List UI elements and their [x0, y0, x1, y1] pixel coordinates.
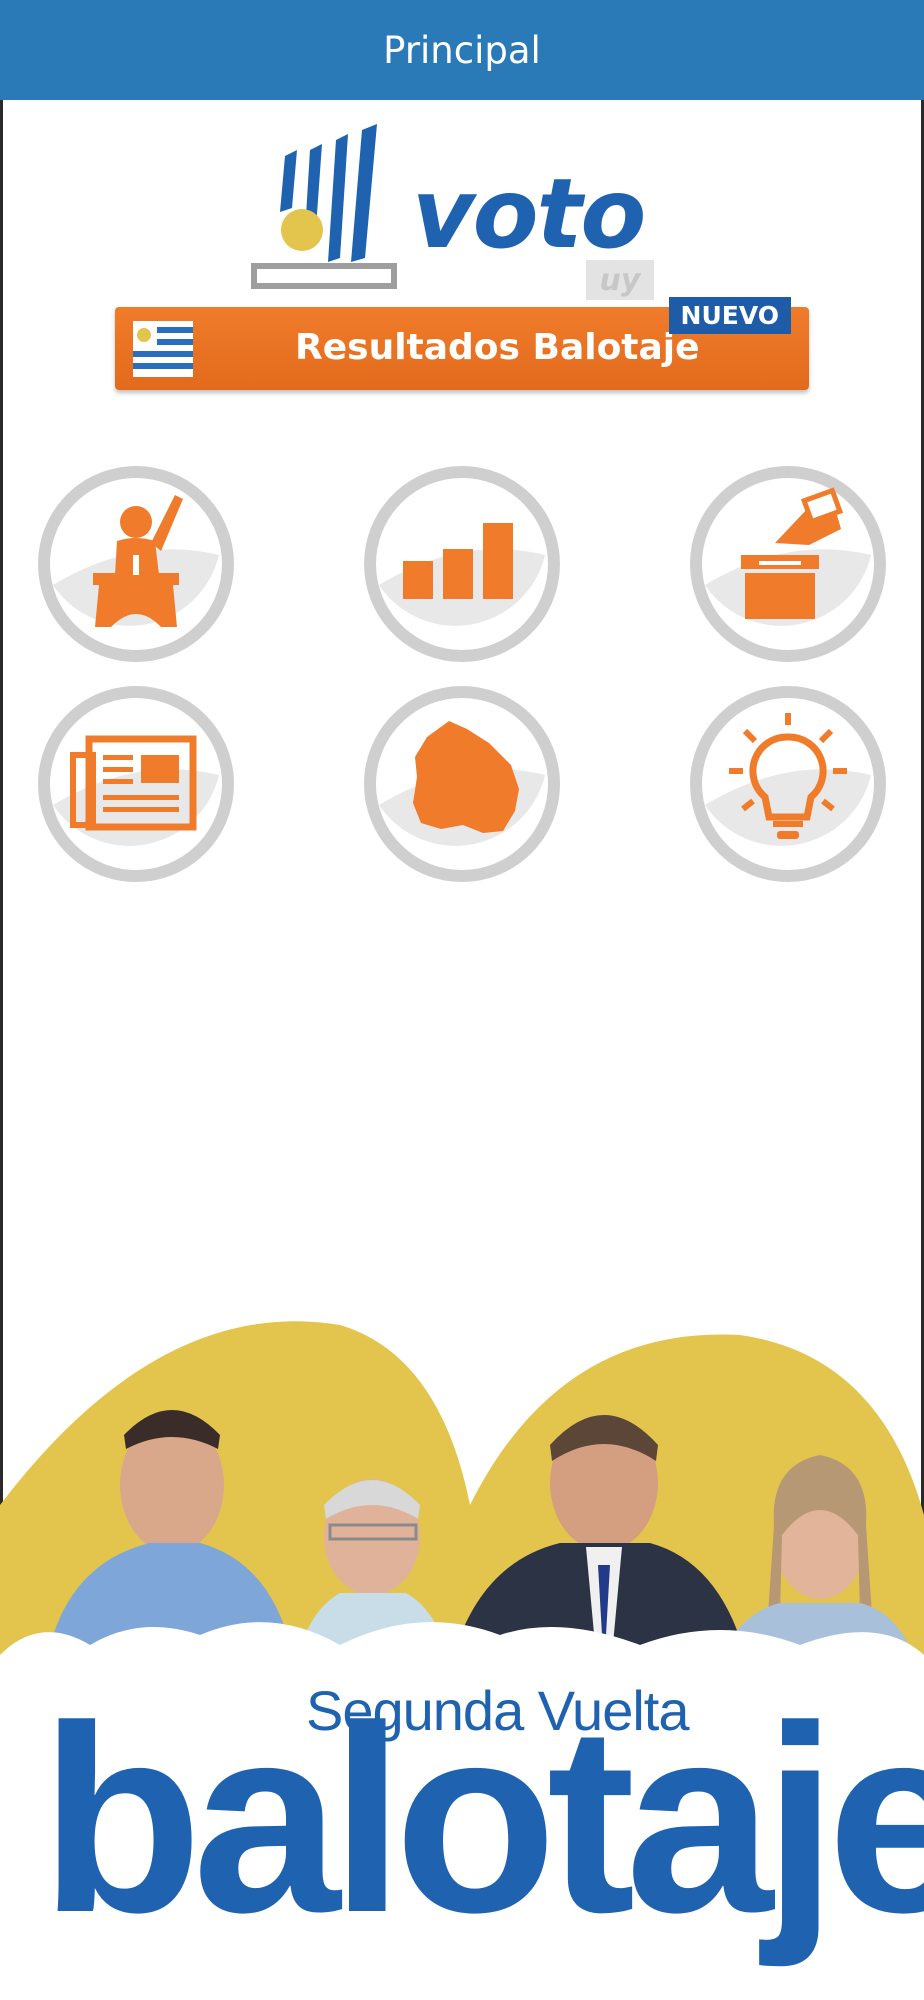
banner-label: Resultados Balotaje: [295, 327, 700, 368]
candidate-podium-icon: [38, 466, 234, 662]
runoff-promo-banner[interactable]: Segunda Vuelta balotaje: [0, 1315, 924, 2000]
logo-suffix: uy: [586, 260, 654, 300]
uruguay-flag-icon: [133, 321, 193, 377]
top-app-bar: Principal: [0, 0, 924, 100]
menu-item-info[interactable]: [689, 685, 887, 883]
results-banner-button[interactable]: Resultados Balotaje NUEVO: [115, 297, 809, 390]
menu-item-map[interactable]: [363, 685, 561, 883]
logo-word: voto: [412, 158, 646, 270]
new-badge: NUEVO: [668, 297, 791, 334]
menu-item-candidates[interactable]: [37, 465, 235, 663]
promo-title: balotaje: [40, 1671, 924, 1968]
menu-item-vote[interactable]: [689, 465, 887, 663]
bar-chart-icon: [364, 466, 560, 662]
menu-item-statistics[interactable]: [363, 465, 561, 663]
voto-uy-logo: voto uy: [250, 118, 670, 303]
menu-item-news[interactable]: [37, 685, 235, 883]
uruguay-map-icon: [364, 686, 560, 882]
page-title: Principal: [383, 28, 541, 72]
logo-ballot-graphic: [251, 124, 397, 289]
newspaper-icon: [38, 686, 234, 882]
ballot-box-icon: [690, 466, 886, 662]
lightbulb-icon: [690, 686, 886, 882]
